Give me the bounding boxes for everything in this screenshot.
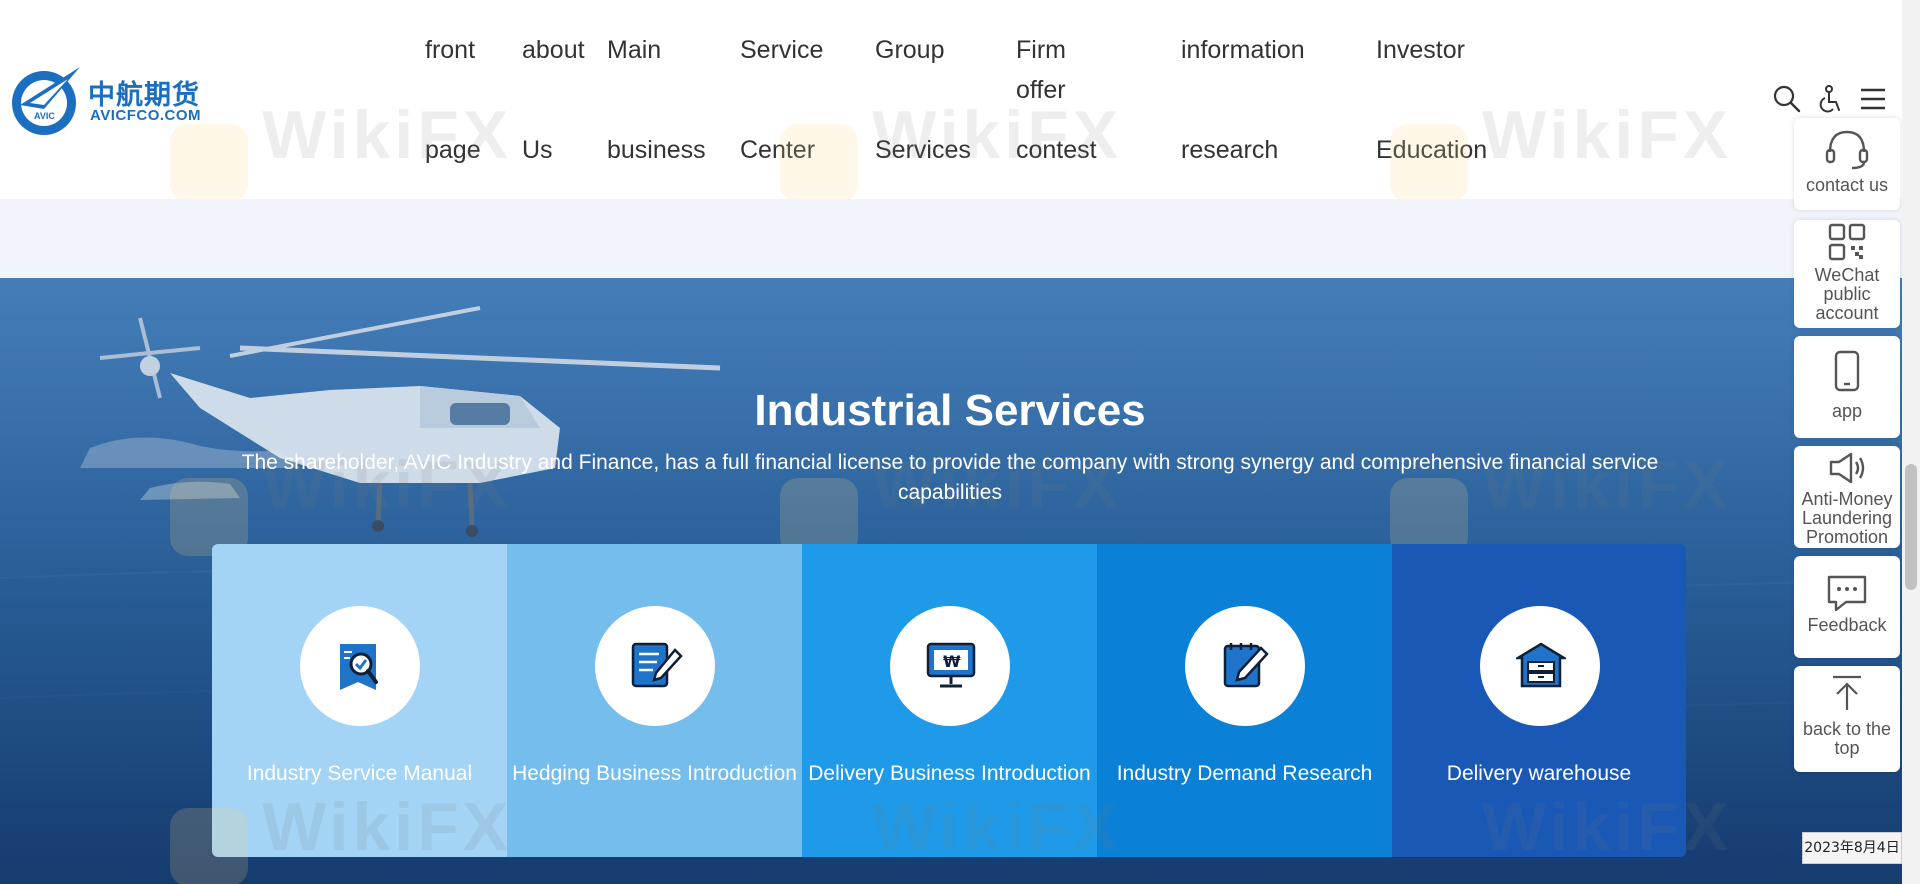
menu-icon[interactable] bbox=[1858, 84, 1888, 114]
card-icon-circle bbox=[1480, 606, 1600, 726]
card-label: Delivery warehouse bbox=[1446, 762, 1632, 785]
card-label: Delivery Business Introduction bbox=[808, 762, 1091, 785]
nav-main-business[interactable]: Main business bbox=[607, 30, 706, 180]
nav-label-line1: Group bbox=[875, 36, 945, 64]
nav-label-line2: business bbox=[607, 136, 706, 164]
sidebar-label: WeChat public account bbox=[1814, 265, 1880, 323]
nav-label-line1: Service bbox=[740, 36, 824, 64]
sidebar-label: back to the top bbox=[1802, 719, 1892, 758]
section-subtitle: The shareholder, AVIC Industry and Finan… bbox=[241, 451, 1659, 504]
sidebar-wechat-public-account[interactable]: WeChat public account bbox=[1794, 220, 1900, 328]
nav-firm-offer-contest[interactable]: Firm offer contest bbox=[1016, 30, 1097, 180]
mobile-phone-icon bbox=[1834, 350, 1860, 392]
avic-logo-icon: AVIC bbox=[12, 67, 80, 135]
card-industry-demand-research[interactable]: Industry Demand Research bbox=[1097, 544, 1392, 857]
notepad-pen-icon bbox=[1223, 643, 1269, 688]
sidebar-back-to-top[interactable]: back to the top bbox=[1794, 666, 1900, 772]
industrial-services-section: WikiFX WikiFX WikiFX Industrial Services… bbox=[0, 278, 1920, 884]
svg-text:₩: ₩ bbox=[943, 652, 961, 671]
scrollbar-thumb[interactable] bbox=[1905, 464, 1917, 590]
logo-badge-text: AVIC bbox=[34, 111, 55, 121]
sidebar-label: app bbox=[1831, 401, 1863, 421]
warehouse-icon bbox=[1516, 642, 1566, 688]
card-label: Industry Demand Research bbox=[1116, 762, 1373, 785]
nav-label-line2: Us bbox=[522, 136, 553, 164]
nav-label-line2: research bbox=[1181, 136, 1279, 164]
document-edit-icon bbox=[631, 642, 683, 688]
nav-label-line1: about bbox=[522, 36, 585, 64]
site-header: AVIC 中航期货 AVICFCO.COM front page about U… bbox=[0, 0, 1920, 202]
nav-service-center[interactable]: Service Center bbox=[740, 30, 823, 180]
site-logo[interactable]: AVIC 中航期货 AVICFCO.COM bbox=[10, 65, 210, 137]
sidebar-label: Feedback bbox=[1807, 615, 1887, 635]
watermark-text: WikiFX bbox=[1482, 97, 1733, 173]
card-icon-circle bbox=[300, 606, 420, 726]
sidebar-anti-money-laundering[interactable]: Anti-Money Laundering Promotion bbox=[1794, 446, 1900, 548]
card-delivery-warehouse[interactable]: Delivery warehouse bbox=[1392, 544, 1686, 857]
nav-information-research[interactable]: information research bbox=[1181, 30, 1305, 180]
arrow-up-icon bbox=[1833, 675, 1861, 710]
service-cards: Industry Service Manual Hedging Business… bbox=[212, 544, 1686, 857]
nav-group-services[interactable]: Group Services bbox=[875, 30, 971, 180]
nav-label-line2: Services bbox=[875, 136, 971, 164]
headset-icon bbox=[1825, 130, 1869, 170]
nav-label-line1: information bbox=[1181, 36, 1305, 64]
card-icon-circle: ₩ bbox=[890, 606, 1010, 726]
qr-code-icon bbox=[1828, 223, 1866, 261]
section-title: Industrial Services bbox=[754, 386, 1146, 435]
sidebar-contact-us[interactable]: contact us bbox=[1794, 118, 1900, 210]
card-industry-service-manual[interactable]: Industry Service Manual bbox=[212, 544, 507, 857]
card-hedging-business-introduction[interactable]: Hedging Business Introduction bbox=[507, 544, 802, 857]
card-label: Industry Service Manual bbox=[246, 762, 473, 785]
nav-label-line1: Firm offer bbox=[1016, 36, 1066, 104]
page-scrollbar[interactable] bbox=[1902, 0, 1920, 884]
nav-label-line1: front bbox=[425, 36, 476, 64]
nav-label-line1: Main bbox=[607, 36, 662, 64]
date-badge: 2023年8月4日 bbox=[1802, 832, 1902, 864]
card-label: Hedging Business Introduction bbox=[512, 762, 797, 785]
sidebar-label: contact us bbox=[1805, 175, 1889, 195]
monitor-currency-icon: ₩ bbox=[926, 642, 976, 688]
logo-domain: AVICFCO.COM bbox=[90, 107, 202, 124]
nav-label-line1: Investor bbox=[1376, 36, 1465, 64]
card-delivery-business-introduction[interactable]: ₩ Delivery Business Introduction bbox=[802, 544, 1097, 857]
sidebar-feedback[interactable]: Feedback bbox=[1794, 556, 1900, 658]
nav-label-line2: page bbox=[425, 136, 481, 164]
nav-investor-education[interactable]: Investor Education bbox=[1376, 30, 1487, 180]
card-icon-circle bbox=[595, 606, 715, 726]
nav-label-line2: contest bbox=[1016, 136, 1097, 164]
section-divider-band bbox=[0, 199, 1920, 278]
sidebar-app[interactable]: app bbox=[1794, 336, 1900, 438]
sidebar-label: Anti-Money Laundering Promotion bbox=[1801, 489, 1893, 547]
nav-label-line2: Education bbox=[1376, 136, 1488, 164]
card-icon-circle bbox=[1185, 606, 1305, 726]
manual-search-icon bbox=[340, 644, 378, 690]
nav-about-us[interactable]: about Us bbox=[522, 30, 585, 180]
accessibility-icon[interactable] bbox=[1814, 84, 1844, 114]
nav-label-line2: Center bbox=[740, 136, 816, 164]
megaphone-icon bbox=[1829, 452, 1865, 484]
search-icon[interactable] bbox=[1772, 84, 1802, 114]
chat-bubble-icon bbox=[1827, 575, 1867, 612]
nav-front-page[interactable]: front page bbox=[425, 30, 481, 180]
